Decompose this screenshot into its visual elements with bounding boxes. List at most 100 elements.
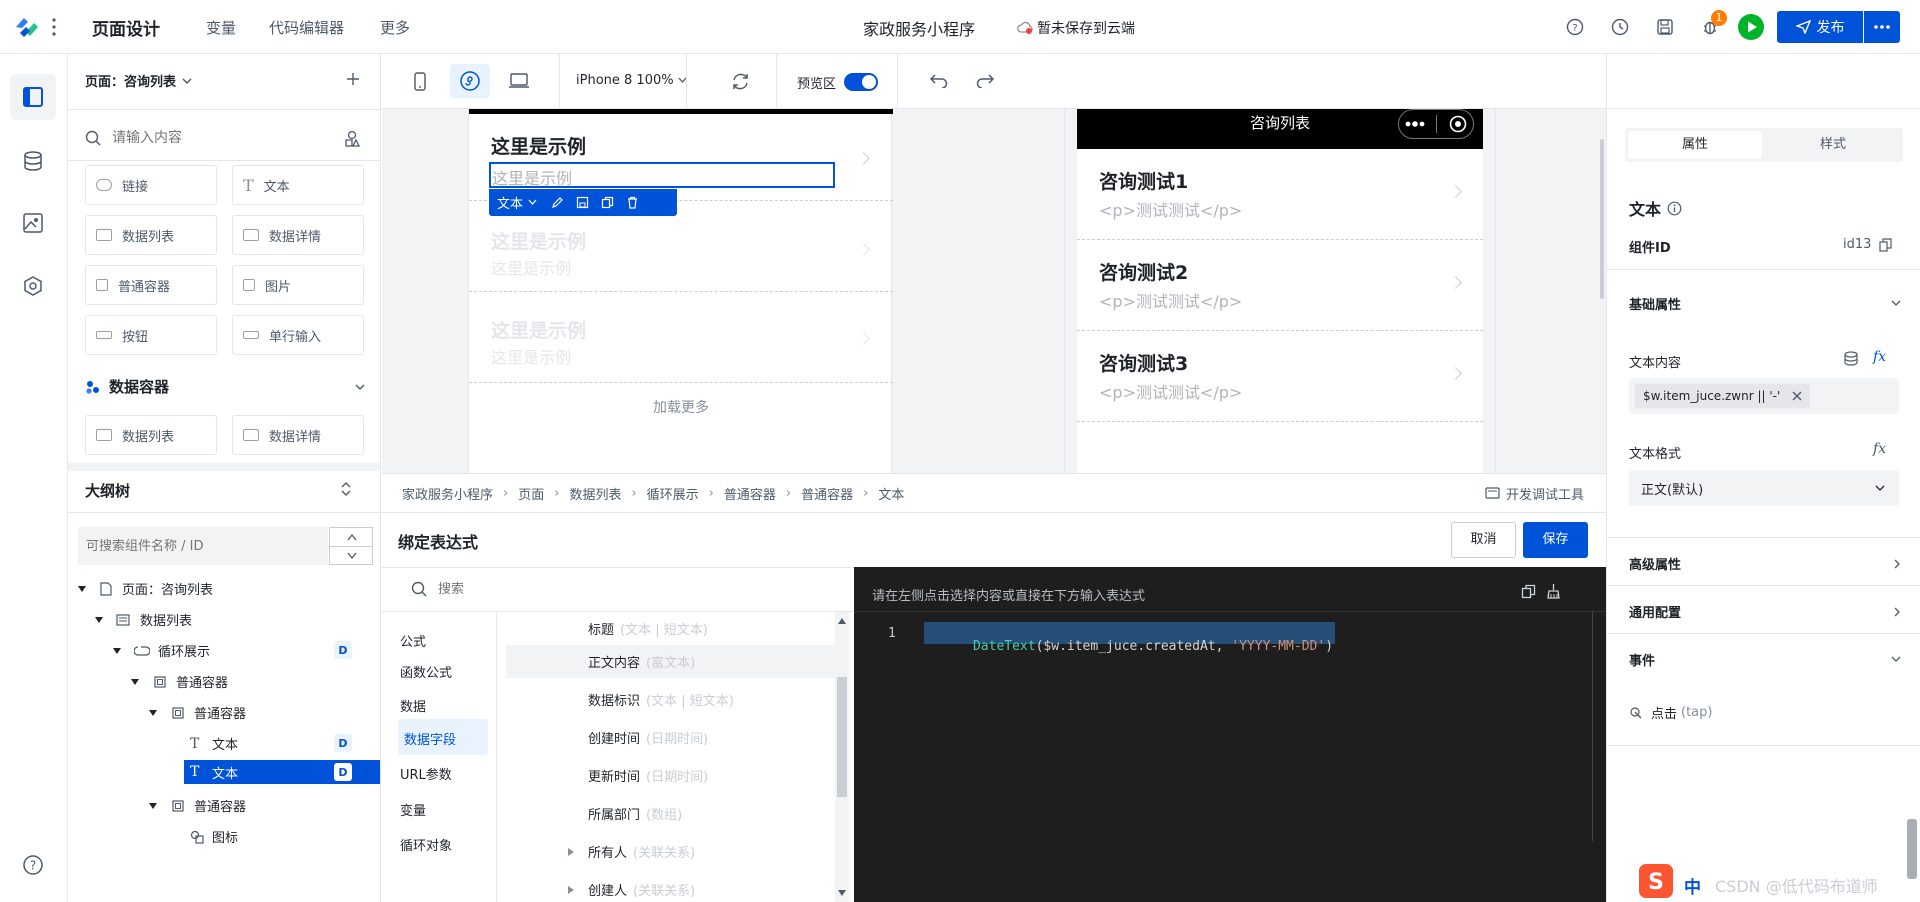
scroll-down-arrow[interactable]	[838, 890, 846, 896]
list-item-3[interactable]: 这里是示例 这里是示例	[469, 292, 893, 383]
field-creator[interactable]: 创建人 (关联关系)	[506, 873, 841, 902]
scroll-thumb[interactable]	[837, 677, 847, 797]
basic-props-header[interactable]: 基础属性	[1629, 294, 1901, 313]
device-selector[interactable]: iPhone 8 100%	[576, 73, 687, 88]
text-format-select[interactable]: 正文(默认)	[1629, 470, 1899, 506]
menu-code-editor[interactable]: 代码编辑器	[269, 17, 344, 38]
help-circle-icon[interactable]: ?	[22, 854, 44, 876]
history-icon[interactable]	[1611, 18, 1629, 36]
events-header[interactable]: 事件	[1629, 650, 1901, 669]
menu-more[interactable]: 更多	[380, 17, 410, 38]
field-created-at[interactable]: 创建时间 (日期时间)	[506, 721, 841, 754]
page-selector[interactable]: 页面：咨询列表	[85, 71, 192, 90]
tree-node-text-1[interactable]: T 文本 D	[68, 728, 380, 759]
scroll-up-arrow[interactable]	[838, 618, 846, 624]
list-item-2[interactable]: 这里是示例 这里是示例	[469, 201, 893, 292]
close-icon[interactable]	[1792, 391, 1802, 401]
preview-item-2[interactable]: 咨询测试2 <p>测试测试</p>	[1077, 240, 1483, 331]
component-data-detail-2[interactable]: 数据详情	[232, 415, 364, 455]
tree-node-loop[interactable]: 循环展示 D	[68, 635, 380, 666]
save-button[interactable]: 保存	[1523, 522, 1588, 558]
event-click-item[interactable]: 点击 (tap)	[1629, 703, 1712, 722]
category-variables[interactable]: 变量	[400, 800, 426, 819]
tree-node-data-list[interactable]: 数据列表	[68, 604, 380, 635]
miniprogram-view-button[interactable]	[450, 64, 490, 98]
component-image[interactable]: 图片	[232, 265, 364, 305]
devtools-button[interactable]: 开发调试工具	[1485, 484, 1584, 503]
tab-properties[interactable]: 属性	[1628, 131, 1762, 159]
page-design-tab[interactable]: 页面设计	[92, 15, 160, 40]
publish-more-button[interactable]	[1864, 11, 1900, 43]
add-page-icon[interactable]	[346, 72, 360, 86]
tab-styles[interactable]: 样式	[1766, 131, 1900, 159]
breadcrumb-item[interactable]: 普通容器	[724, 484, 776, 503]
list-item-1[interactable]: 这里是示例 这里是示例	[469, 114, 893, 201]
category-loop-object[interactable]: 循环对象	[400, 835, 452, 854]
text-content-field[interactable]: $w.item_juce.zwnr || '-'	[1629, 378, 1899, 414]
publish-button[interactable]: 发布	[1777, 11, 1863, 43]
selected-text-component[interactable]: 这里是示例	[489, 162, 835, 188]
clear-broom-icon[interactable]	[1546, 583, 1561, 599]
desktop-view-icon[interactable]	[509, 73, 529, 89]
tree-node-container-1[interactable]: 普通容器	[68, 666, 380, 697]
tree-node-container-2[interactable]: 普通容器	[68, 697, 380, 728]
common-config-header[interactable]: 通用配置	[1629, 602, 1901, 621]
data-container-section-header[interactable]: 数据容器	[85, 376, 365, 397]
field-department[interactable]: 所属部门 (数组)	[506, 797, 841, 830]
more-dots-icon[interactable]	[1405, 121, 1425, 127]
tree-node-text-2-selected[interactable]: T 文本 D	[184, 760, 380, 784]
expression-tag[interactable]: $w.item_juce.zwnr || '-'	[1635, 384, 1811, 408]
breadcrumb-item[interactable]: 家政服务小程序	[402, 484, 493, 503]
redo-icon[interactable]	[976, 74, 994, 88]
component-input[interactable]: 单行输入	[232, 315, 364, 355]
category-url-params[interactable]: URL参数	[400, 764, 452, 783]
outline-search-input[interactable]	[78, 527, 328, 565]
formula-fx-icon[interactable]: fx	[1873, 349, 1886, 365]
component-button[interactable]: 按钮	[85, 315, 217, 355]
breadcrumb-item[interactable]: 页面	[518, 484, 544, 503]
outline-prev-button[interactable]	[329, 527, 373, 546]
component-library-icon[interactable]	[343, 130, 361, 148]
expression-editor[interactable]: 请在左侧点击选择内容或直接在下方输入表达式 1 DateText($w.item…	[854, 567, 1606, 902]
database-icon[interactable]	[22, 150, 44, 172]
refresh-icon[interactable]	[731, 72, 750, 91]
preview-item-1[interactable]: 咨询测试1 <p>测试测试</p>	[1077, 149, 1483, 240]
data-source-icon[interactable]	[1843, 351, 1859, 366]
component-data-list[interactable]: 数据列表	[85, 215, 217, 255]
breadcrumb-item[interactable]: 循环展示	[647, 484, 699, 503]
category-data-fields-active[interactable]: 数据字段	[398, 719, 488, 755]
field-title[interactable]: 标题 (文本 | 短文本)	[506, 612, 841, 645]
close-target-icon[interactable]	[1449, 115, 1467, 133]
field-owner[interactable]: 所有人 (关联关系)	[506, 835, 841, 868]
field-list-scrollbar[interactable]	[835, 612, 849, 902]
copy-icon[interactable]	[1879, 237, 1893, 252]
save-icon[interactable]	[1656, 18, 1674, 36]
field-updated-at[interactable]: 更新时间 (日期时间)	[506, 759, 841, 792]
outline-next-button[interactable]	[329, 546, 373, 565]
copy-icon[interactable]	[1521, 584, 1536, 599]
component-link[interactable]: 链接	[85, 165, 217, 205]
preview-item-3[interactable]: 咨询测试3 <p>测试测试</p>	[1077, 331, 1483, 422]
component-search-input[interactable]	[112, 126, 332, 150]
field-data-id[interactable]: 数据标识 (文本 | 短文本)	[506, 683, 841, 716]
breadcrumb-item[interactable]: 数据列表	[569, 484, 621, 503]
image-icon[interactable]	[22, 212, 44, 234]
advanced-props-header[interactable]: 高级属性	[1629, 554, 1901, 573]
info-icon[interactable]	[1667, 201, 1682, 216]
load-more-button[interactable]: 加载更多	[469, 397, 893, 417]
more-vertical-icon[interactable]	[52, 17, 56, 37]
cancel-button[interactable]: 取消	[1451, 522, 1516, 558]
tree-node-icon[interactable]: 图标	[68, 821, 380, 852]
app-logo-icon[interactable]	[14, 15, 40, 39]
help-icon[interactable]: ?	[1566, 18, 1584, 36]
tree-node-page[interactable]: 页面：咨询列表	[68, 573, 380, 604]
rail-layout-button[interactable]	[10, 74, 56, 120]
component-data-detail[interactable]: 数据详情	[232, 215, 364, 255]
formula-fx-icon[interactable]: fx	[1873, 441, 1886, 457]
component-container[interactable]: 普通容器	[85, 265, 217, 305]
component-data-list-2[interactable]: 数据列表	[85, 415, 217, 455]
field-body[interactable]: 正文内容 (富文本)	[506, 645, 836, 678]
preview-toggle[interactable]	[844, 73, 878, 91]
capsule-menu[interactable]	[1398, 109, 1474, 139]
mobile-view-icon[interactable]	[414, 72, 426, 91]
